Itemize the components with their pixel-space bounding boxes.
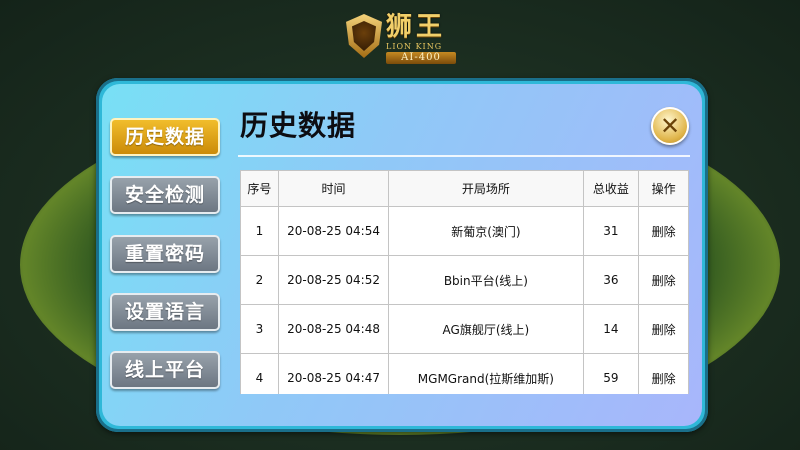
- lion-king-logo: 狮王 LION KING AI-400: [346, 12, 458, 64]
- table-header-row: 序号 时间 开局场所 总收益 操作: [240, 170, 689, 207]
- column-header-time: 时间: [277, 170, 390, 207]
- title-divider: [238, 155, 690, 157]
- sidebar-item-online-platform[interactable]: 线上平台: [110, 351, 220, 389]
- column-header-profit: 总收益: [582, 170, 640, 207]
- table-row: 3 20-08-25 04:48 AG旗舰厅(线上) 14 删除: [240, 304, 689, 354]
- cell-index: 1: [240, 206, 279, 256]
- cell-venue: AG旗舰厅(线上): [388, 304, 584, 354]
- cell-profit: 31: [582, 206, 640, 256]
- table-row: 2 20-08-25 04:52 Bbin平台(线上) 36 删除: [240, 255, 689, 305]
- cell-time: 20-08-25 04:54: [277, 206, 390, 256]
- table-row: 4 20-08-25 04:47 MGMGrand(拉斯维加斯) 59 删除: [240, 353, 689, 394]
- logo-subtitle: LION KING: [386, 42, 443, 51]
- table-row: 1 20-08-25 04:54 新葡京(澳门) 31 删除: [240, 206, 689, 256]
- delete-button[interactable]: 删除: [638, 206, 689, 256]
- cell-venue: 新葡京(澳门): [388, 206, 584, 256]
- cell-time: 20-08-25 04:48: [277, 304, 390, 354]
- lion-crest-icon: [346, 14, 382, 58]
- page-title: 历史数据: [240, 109, 357, 142]
- logo-title: 狮王: [386, 12, 447, 42]
- cell-profit: 14: [582, 304, 640, 354]
- cell-venue: Bbin平台(线上): [388, 255, 584, 305]
- cell-time: 20-08-25 04:52: [277, 255, 390, 305]
- cell-profit: 59: [582, 353, 640, 394]
- cell-index: 4: [240, 353, 279, 394]
- cell-time: 20-08-25 04:47: [277, 353, 390, 394]
- delete-button[interactable]: 删除: [638, 255, 689, 305]
- cell-index: 2: [240, 255, 279, 305]
- column-header-action: 操作: [638, 170, 689, 207]
- sidebar-item-language[interactable]: 设置语言: [110, 293, 220, 331]
- cell-profit: 36: [582, 255, 640, 305]
- delete-button[interactable]: 删除: [638, 353, 689, 394]
- delete-button[interactable]: 删除: [638, 304, 689, 354]
- sidebar-item-history[interactable]: 历史数据: [110, 118, 220, 156]
- model-badge: AI-400: [386, 52, 456, 64]
- cell-index: 3: [240, 304, 279, 354]
- close-icon: ✕: [659, 112, 681, 140]
- close-button[interactable]: ✕: [651, 107, 689, 145]
- column-header-venue: 开局场所: [388, 170, 584, 207]
- sidebar-item-reset-password[interactable]: 重置密码: [110, 235, 220, 273]
- cell-venue: MGMGrand(拉斯维加斯): [388, 353, 584, 394]
- column-header-index: 序号: [240, 170, 279, 207]
- sidebar-item-security-check[interactable]: 安全检测: [110, 176, 220, 214]
- history-table: 序号 时间 开局场所 总收益 操作 1 20-08-25 04:54 新葡京(澳…: [240, 170, 689, 394]
